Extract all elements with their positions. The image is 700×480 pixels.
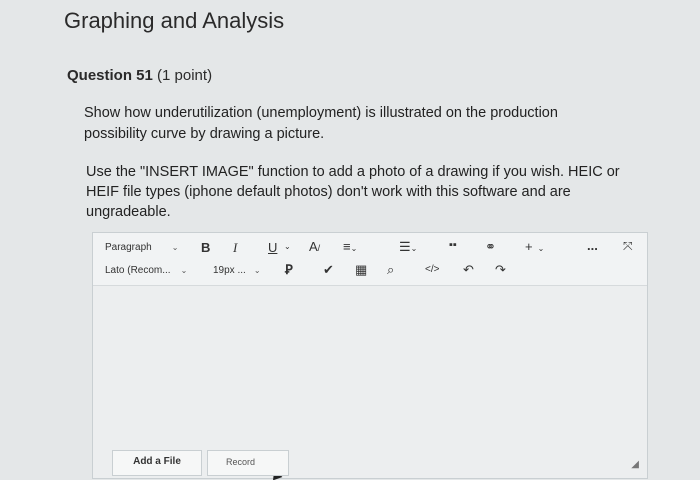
question-header: Question 51 (1 point) xyxy=(67,67,212,84)
format-painter-icon[interactable]: Ꝑ xyxy=(285,262,293,278)
insert-plus-button[interactable]: + ⌄ xyxy=(525,239,544,254)
chevron-down-icon[interactable]: ⌄ xyxy=(284,242,291,251)
text-color-icon[interactable]: A/ xyxy=(309,239,320,254)
list-icon[interactable]: ☰⌄ xyxy=(399,239,417,255)
font-family-select[interactable]: Lato (Recom... ⌄ xyxy=(105,265,187,276)
redo-icon[interactable]: ↷ xyxy=(495,262,506,278)
code-view-button[interactable]: </> xyxy=(425,264,439,275)
font-family-label: Lato (Recom... xyxy=(105,265,171,276)
italic-button[interactable]: I xyxy=(233,240,237,256)
add-file-button[interactable]: Add a File xyxy=(112,450,202,476)
question-points: (1 point) xyxy=(157,67,213,84)
editor-toolbar: Paragraph ⌄ B I U ⌄ A/ ≡⌄ ☰⌄ ▪▪ ⚭ + ⌄ ...… xyxy=(93,233,647,286)
preview-icon[interactable]: ⌕ xyxy=(387,262,394,278)
fullscreen-icon[interactable]: ⤧ xyxy=(623,239,633,254)
font-size-label: 19px ... xyxy=(213,265,246,276)
block-format-label: Paragraph xyxy=(105,242,152,253)
resize-handle-icon[interactable]: ◢ xyxy=(631,459,639,470)
chevron-down-icon: ⌄ xyxy=(180,266,188,275)
record-label: Record xyxy=(226,457,256,467)
block-format-select[interactable]: Paragraph ⌄ xyxy=(105,242,178,253)
record-button[interactable]: Record xyxy=(207,450,289,476)
link-icon[interactable]: ⚭ xyxy=(485,239,496,255)
page-title: Graphing and Analysis xyxy=(64,8,285,33)
question-prompt: Show how underutilization (unemployment)… xyxy=(84,105,558,142)
align-icon[interactable]: ≡⌄ xyxy=(343,239,357,254)
bold-button[interactable]: B xyxy=(201,240,210,255)
media-icon[interactable]: ▪▪ xyxy=(449,239,457,251)
table-icon[interactable]: ▦ xyxy=(355,262,367,278)
spellcheck-icon[interactable]: ✔ xyxy=(323,262,334,278)
undo-icon[interactable]: ↶ xyxy=(463,262,474,278)
font-size-select[interactable]: 19px ... ⌄ xyxy=(213,265,261,276)
question-instruction: Use the "INSERT IMAGE" function to add a… xyxy=(86,164,620,220)
more-button[interactable]: ... xyxy=(587,238,598,253)
chevron-down-icon: ⌄ xyxy=(171,243,179,252)
page: { "page": { "title": "Graphing and Analy… xyxy=(0,0,700,480)
chevron-down-icon: ⌄ xyxy=(253,266,261,275)
question-number: Question 51 xyxy=(67,67,153,84)
rich-text-editor: Paragraph ⌄ B I U ⌄ A/ ≡⌄ ☰⌄ ▪▪ ⚭ + ⌄ ...… xyxy=(92,232,648,480)
underline-button[interactable]: U xyxy=(268,240,277,255)
